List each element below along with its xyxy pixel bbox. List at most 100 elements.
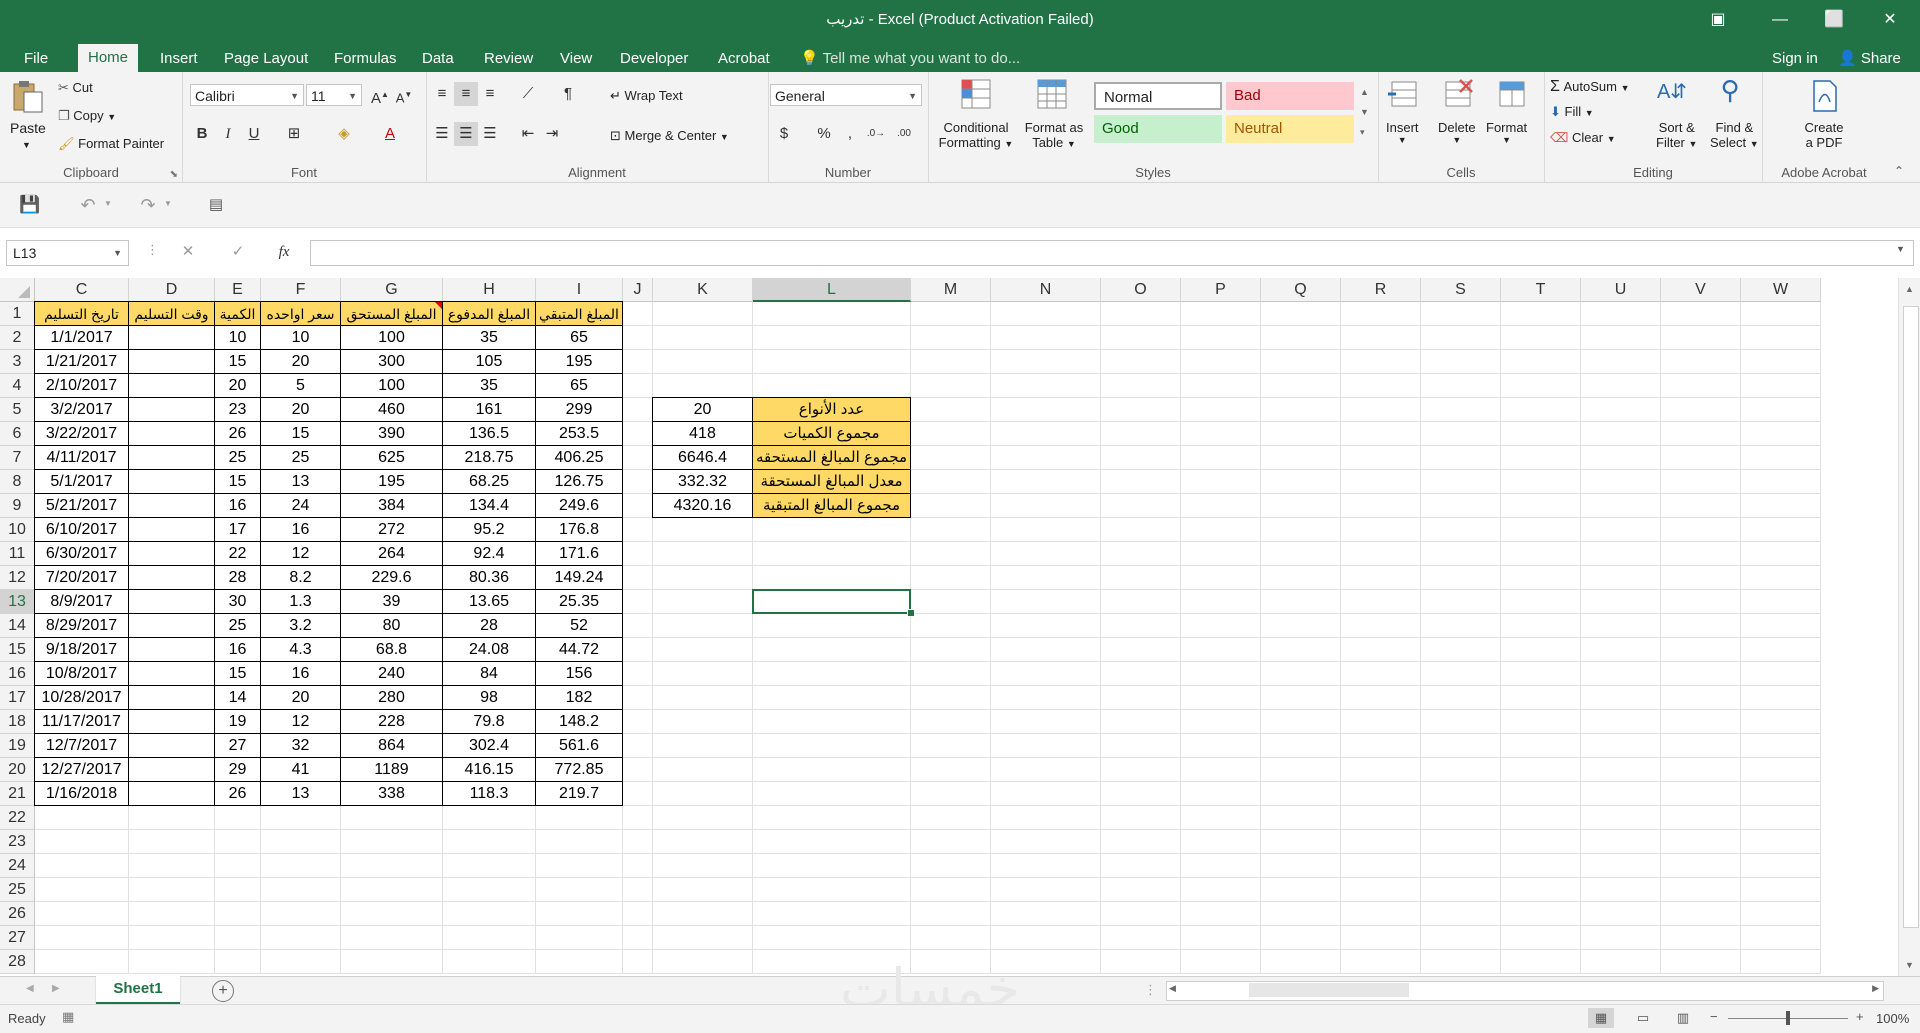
- table-cell[interactable]: 39: [340, 589, 443, 614]
- table-cell[interactable]: 864: [340, 733, 443, 758]
- name-box[interactable]: L13 ▼: [6, 240, 129, 266]
- tab-insert[interactable]: Insert: [150, 46, 208, 72]
- comma-style-icon[interactable]: ,: [838, 122, 862, 146]
- merge-center-button[interactable]: ⊡ Merge & Center ▼: [610, 128, 729, 144]
- table-cell[interactable]: 10/28/2017: [34, 685, 129, 710]
- tab-page-layout[interactable]: Page Layout: [214, 46, 318, 72]
- row-header-4[interactable]: 4: [0, 374, 35, 398]
- table-cell[interactable]: 161: [442, 397, 536, 422]
- collapse-ribbon-icon[interactable]: ⌃: [1894, 164, 1904, 178]
- align-right-icon[interactable]: ☰: [478, 122, 502, 146]
- row-header-19[interactable]: 19: [0, 734, 35, 758]
- table-cell[interactable]: 272: [340, 517, 443, 542]
- row-header-9[interactable]: 9: [0, 494, 35, 518]
- increase-indent-icon[interactable]: ⇥: [540, 122, 564, 146]
- zoom-level[interactable]: 100%: [1876, 1011, 1909, 1026]
- column-header-h[interactable]: H: [443, 278, 536, 302]
- table-cell[interactable]: 416.15: [442, 757, 536, 782]
- form-icon[interactable]: ▤: [204, 193, 228, 217]
- horizontal-scrollbar[interactable]: ◀ ▶: [1166, 981, 1884, 1001]
- undo-dropdown-icon[interactable]: ▼: [104, 199, 112, 208]
- table-cell[interactable]: 3.2: [260, 613, 341, 638]
- scroll-down-icon[interactable]: ▼: [1905, 960, 1914, 970]
- summary-label-cell[interactable]: عدد الأنواع: [752, 397, 911, 422]
- font-name-select[interactable]: Calibri ▼: [190, 84, 304, 106]
- table-cell[interactable]: 1/16/2018: [34, 781, 129, 806]
- align-middle-icon[interactable]: ≡: [454, 82, 478, 106]
- close-icon[interactable]: ✕: [1872, 6, 1908, 34]
- tab-file[interactable]: File: [14, 46, 58, 72]
- tab-review[interactable]: Review: [474, 46, 543, 72]
- tab-formulas[interactable]: Formulas: [324, 46, 407, 72]
- decrease-decimal-icon[interactable]: .00: [892, 122, 916, 146]
- table-cell[interactable]: 95.2: [442, 517, 536, 542]
- decrease-indent-icon[interactable]: ⇤: [516, 122, 540, 146]
- shrink-font-icon[interactable]: A▼: [392, 83, 416, 107]
- table-cell[interactable]: 25: [214, 613, 261, 638]
- currency-icon[interactable]: $: [772, 122, 796, 146]
- table-cell[interactable]: [128, 397, 215, 422]
- underline-icon[interactable]: U: [242, 122, 266, 146]
- table-cell[interactable]: 390: [340, 421, 443, 446]
- table-cell[interactable]: 8.2: [260, 565, 341, 590]
- style-good[interactable]: Good: [1094, 115, 1222, 143]
- table-cell[interactable]: 20: [214, 373, 261, 398]
- table-cell[interactable]: 228: [340, 709, 443, 734]
- column-header-l[interactable]: L: [753, 278, 911, 302]
- row-header-7[interactable]: 7: [0, 446, 35, 470]
- increase-decimal-icon[interactable]: .0→: [864, 122, 888, 146]
- tell-me-search[interactable]: 💡 Tell me what you want to do...: [800, 46, 1020, 72]
- table-cell[interactable]: 22: [214, 541, 261, 566]
- tab-developer[interactable]: Developer: [610, 46, 698, 72]
- table-cell[interactable]: [128, 373, 215, 398]
- table-cell[interactable]: 98: [442, 685, 536, 710]
- table-cell[interactable]: 195: [340, 469, 443, 494]
- create-pdf-button[interactable]: Create a PDF: [1790, 120, 1858, 150]
- copy-button[interactable]: ❐ Copy ▼: [58, 108, 116, 124]
- table-cell[interactable]: 182: [535, 685, 623, 710]
- table-cell[interactable]: 24: [260, 493, 341, 518]
- table-cell[interactable]: 24.08: [442, 637, 536, 662]
- sheet-tab-sheet1[interactable]: Sheet1: [96, 976, 180, 1005]
- text-direction-icon[interactable]: ¶: [556, 82, 580, 106]
- table-cell[interactable]: 134.4: [442, 493, 536, 518]
- table-cell[interactable]: 8/29/2017: [34, 613, 129, 638]
- column-header-v[interactable]: V: [1661, 278, 1741, 302]
- table-cell[interactable]: 28: [214, 565, 261, 590]
- number-format-select[interactable]: General ▼: [770, 84, 922, 106]
- align-center-icon[interactable]: ☰: [454, 122, 478, 146]
- zoom-slider-thumb[interactable]: [1786, 1011, 1790, 1025]
- format-painter-button[interactable]: 🖌 Format Painter: [58, 136, 164, 152]
- confirm-entry-icon[interactable]: ✓: [226, 240, 250, 264]
- summary-value-cell[interactable]: 6646.4: [652, 445, 753, 470]
- normal-view-icon[interactable]: ▦: [1588, 1008, 1614, 1028]
- table-cell[interactable]: [128, 637, 215, 662]
- table-cell[interactable]: 35: [442, 325, 536, 350]
- font-color-icon[interactable]: A: [378, 122, 402, 146]
- table-cell[interactable]: [128, 685, 215, 710]
- table-cell[interactable]: 1.3: [260, 589, 341, 614]
- autosum-button[interactable]: Σ AutoSum ▼: [1550, 78, 1630, 96]
- table-cell[interactable]: 300: [340, 349, 443, 374]
- row-header-14[interactable]: 14: [0, 614, 35, 638]
- page-layout-view-icon[interactable]: ▭: [1630, 1008, 1656, 1028]
- column-header-s[interactable]: S: [1421, 278, 1501, 302]
- row-header-25[interactable]: 25: [0, 878, 35, 902]
- table-cell[interactable]: 16: [260, 661, 341, 686]
- table-cell[interactable]: 92.4: [442, 541, 536, 566]
- table-cell[interactable]: 1189: [340, 757, 443, 782]
- style-neutral[interactable]: Neutral: [1226, 115, 1354, 143]
- table-cell[interactable]: 126.75: [535, 469, 623, 494]
- fill-button[interactable]: ⬇ Fill ▼: [1550, 104, 1594, 120]
- table-cell[interactable]: 35: [442, 373, 536, 398]
- minimize-icon[interactable]: —: [1762, 6, 1798, 34]
- table-cell[interactable]: 218.75: [442, 445, 536, 470]
- comment-indicator-icon[interactable]: [435, 302, 442, 309]
- zoom-out-icon[interactable]: −: [1710, 1009, 1718, 1024]
- column-header-q[interactable]: Q: [1261, 278, 1341, 302]
- table-cell[interactable]: 171.6: [535, 541, 623, 566]
- table-cell[interactable]: 16: [260, 517, 341, 542]
- table-cell[interactable]: 25: [214, 445, 261, 470]
- table-cell[interactable]: 68.25: [442, 469, 536, 494]
- paste-icon[interactable]: [10, 78, 46, 114]
